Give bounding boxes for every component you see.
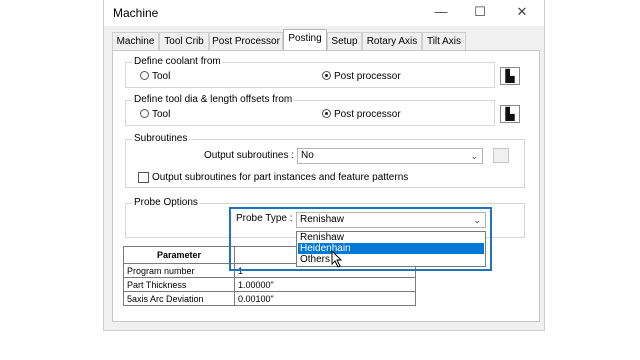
coolant-tool-label: Tool <box>152 71 171 82</box>
coolant-post-radio[interactable]: Post processor <box>322 71 401 83</box>
subroutines-checkbox[interactable] <box>138 172 149 183</box>
coolant-post-label: Post processor <box>334 71 401 82</box>
param-value[interactable]: 0.00100" <box>234 291 416 306</box>
subroutines-checkbox-label: Output subroutines for part instances an… <box>152 172 409 183</box>
minimize-button[interactable]: — <box>427 2 455 22</box>
offsets-tool-label: Tool <box>152 109 171 120</box>
tab-rotary-axis[interactable]: Rotary Axis <box>362 32 422 50</box>
offsets-settings-icon[interactable]: ▙ <box>500 105 520 123</box>
radio-circle <box>140 109 149 118</box>
offsets-tool-radio[interactable]: Tool <box>140 109 170 121</box>
close-button[interactable]: ✕ <box>508 2 536 22</box>
highlight-box <box>229 207 492 271</box>
output-subroutines-label: Output subroutines : <box>204 150 295 161</box>
output-subroutines-value: No <box>301 150 314 161</box>
subroutines-group-title: Subroutines <box>132 133 190 144</box>
probe-group-title: Probe Options <box>132 197 200 208</box>
mouse-pointer-icon <box>331 250 343 268</box>
offsets-group-title: Define tool dia & length offsets from <box>132 94 295 105</box>
radio-circle-selected <box>322 109 331 118</box>
coolant-tool-radio[interactable]: Tool <box>140 71 170 83</box>
tab-post-processor[interactable]: Post Processor <box>209 32 283 50</box>
radio-circle-selected <box>322 71 331 80</box>
tab-tilt-axis[interactable]: Tilt Axis <box>422 32 466 50</box>
tab-tool-crib[interactable]: Tool Crib <box>159 32 209 50</box>
table-row[interactable]: Part Thickness 1.00000" <box>123 277 416 292</box>
chevron-down-icon: ⌄ <box>470 151 478 161</box>
tab-setup[interactable]: Setup <box>327 32 362 50</box>
param-value[interactable]: 1.00000" <box>234 277 416 292</box>
offsets-post-label: Post processor <box>334 109 401 120</box>
table-row[interactable]: 5axis Arc Deviation 0.00100" <box>123 291 416 306</box>
subroutines-group: Subroutines Output subroutines : No ⌄ Ou… <box>125 133 525 188</box>
maximize-button[interactable]: ☐ <box>466 2 494 22</box>
offsets-group: Define tool dia & length offsets from To… <box>125 94 495 126</box>
window-title: Machine <box>113 6 159 20</box>
coolant-settings-icon[interactable]: ▙ <box>500 67 520 85</box>
param-name: 5axis Arc Deviation <box>123 291 235 306</box>
radio-circle <box>140 71 149 80</box>
coolant-group-title: Define coolant from <box>132 56 223 67</box>
tab-machine[interactable]: Machine <box>112 32 159 50</box>
offsets-post-radio[interactable]: Post processor <box>322 109 401 121</box>
subroutines-browse-button[interactable] <box>493 148 509 163</box>
coolant-group: Define coolant from Tool Post processor <box>125 56 495 88</box>
output-subroutines-select[interactable]: No ⌄ <box>297 148 483 164</box>
param-name: Part Thickness <box>123 277 235 292</box>
tab-posting[interactable]: Posting <box>283 29 327 50</box>
title-bar: Machine — ☐ ✕ <box>104 0 544 26</box>
parameter-column-header: Parameter <box>123 246 235 264</box>
param-name: Program number <box>123 263 235 278</box>
